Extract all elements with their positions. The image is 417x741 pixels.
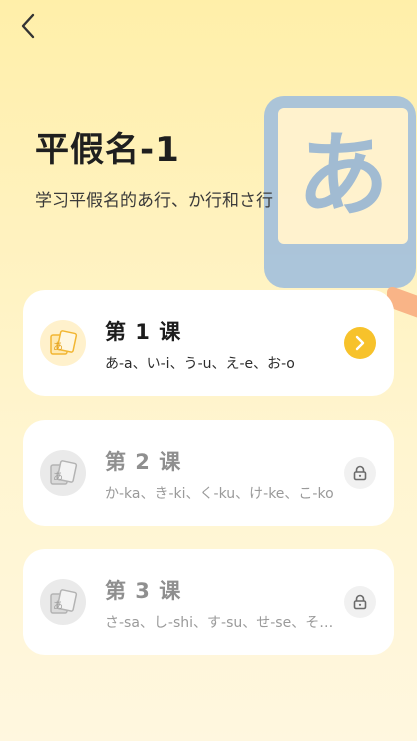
back-button[interactable] [14,12,42,40]
lesson-card-icon: あ [40,450,86,496]
lesson-card-icon: あ [40,320,86,366]
hero-illustration: あ [264,96,416,288]
page-subtitle: 学习平假名的あ行、か行和さ行 [35,191,273,211]
lesson-description: あ-a、い-i、う-u、え-e、お-o [105,356,295,372]
lesson-card-1[interactable]: あ 第 1 课 あ-a、い-i、う-u、え-e、お-o [23,290,394,396]
page-title: 平假名-1 [35,130,180,170]
lesson-name: 第 2 课 [105,450,182,474]
svg-text:あ: あ [53,341,63,353]
lesson-lock [344,586,376,618]
lesson-lock [344,457,376,489]
hero-glyph: あ [278,108,408,244]
lesson-description: さ-sa、し-shi、す-su、せ-se、そ-so [105,615,335,631]
lock-icon [353,465,367,481]
start-lesson-button[interactable] [344,327,376,359]
lesson-name: 第 1 课 [105,320,182,344]
lesson-card-2[interactable]: あ 第 2 课 か-ka、き-ki、く-ku、け-ke、こ-ko [23,420,394,526]
svg-text:あ: あ [53,471,63,483]
lesson-card-3[interactable]: あ 第 3 课 さ-sa、し-shi、す-su、せ-se、そ-so [23,549,394,655]
lock-icon [353,594,367,610]
chevron-left-icon [21,13,35,39]
chevron-right-icon [355,335,365,351]
svg-text:あ: あ [53,600,63,612]
lesson-name: 第 3 课 [105,579,182,603]
lesson-description: か-ka、き-ki、く-ku、け-ke、こ-ko [105,486,334,502]
lesson-card-icon: あ [40,579,86,625]
